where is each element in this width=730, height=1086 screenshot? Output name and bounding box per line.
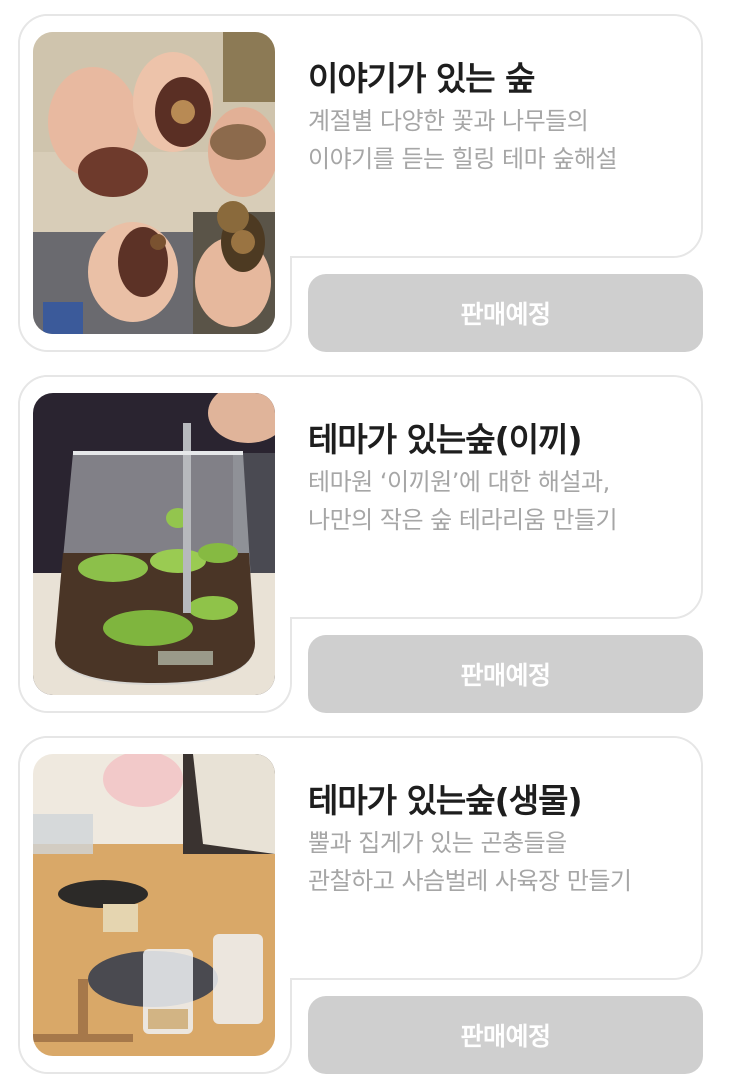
program-description: 계절별 다양한 꽃과 나무들의 이야기를 듣는 힐링 테마 숲해설 <box>308 102 688 178</box>
description-line: 테마원 ‘이끼원’에 대한 해설과, <box>308 468 610 496</box>
program-photo[interactable] <box>33 754 275 1056</box>
description-line: 관찰하고 사슴벌레 사육장 만들기 <box>308 867 632 895</box>
program-photo[interactable] <box>33 393 275 695</box>
program-description: 뿔과 집게가 있는 곤충들을 관찰하고 사슴벌레 사육장 만들기 <box>308 824 688 900</box>
coming-soon-button[interactable]: 판매예정 <box>308 274 703 352</box>
coming-soon-button[interactable]: 판매예정 <box>308 635 703 713</box>
description-line: 뿔과 집게가 있는 곤충들을 <box>308 829 567 857</box>
moss-terrarium-image <box>33 393 275 695</box>
description-line: 나만의 작은 숲 테라리움 만들기 <box>308 506 618 534</box>
program-title: 테마가 있는숲(생물) <box>308 781 583 820</box>
program-card[interactable]: 테마가 있는숲(생물) 뿔과 집게가 있는 곤충들을 관찰하고 사슴벌레 사육장… <box>0 736 730 1074</box>
description-line: 계절별 다양한 꽃과 나무들의 <box>308 107 589 135</box>
program-card[interactable]: 테마가 있는숲(이끼) 테마원 ‘이끼원’에 대한 해설과, 나만의 작은 숲 … <box>0 375 730 713</box>
program-photo[interactable] <box>33 32 275 334</box>
insect-workshop-image <box>33 754 275 1056</box>
program-title: 이야기가 있는 숲 <box>308 59 535 98</box>
program-title: 테마가 있는숲(이끼) <box>308 420 583 459</box>
program-description: 테마원 ‘이끼원’에 대한 해설과, 나만의 작은 숲 테라리움 만들기 <box>308 463 688 539</box>
coming-soon-button[interactable]: 판매예정 <box>308 996 703 1074</box>
description-line: 이야기를 듣는 힐링 테마 숲해설 <box>308 145 618 173</box>
hands-with-leaves-image <box>33 32 275 334</box>
program-card[interactable]: 이야기가 있는 숲 계절별 다양한 꽃과 나무들의 이야기를 듣는 힐링 테마 … <box>0 14 730 352</box>
